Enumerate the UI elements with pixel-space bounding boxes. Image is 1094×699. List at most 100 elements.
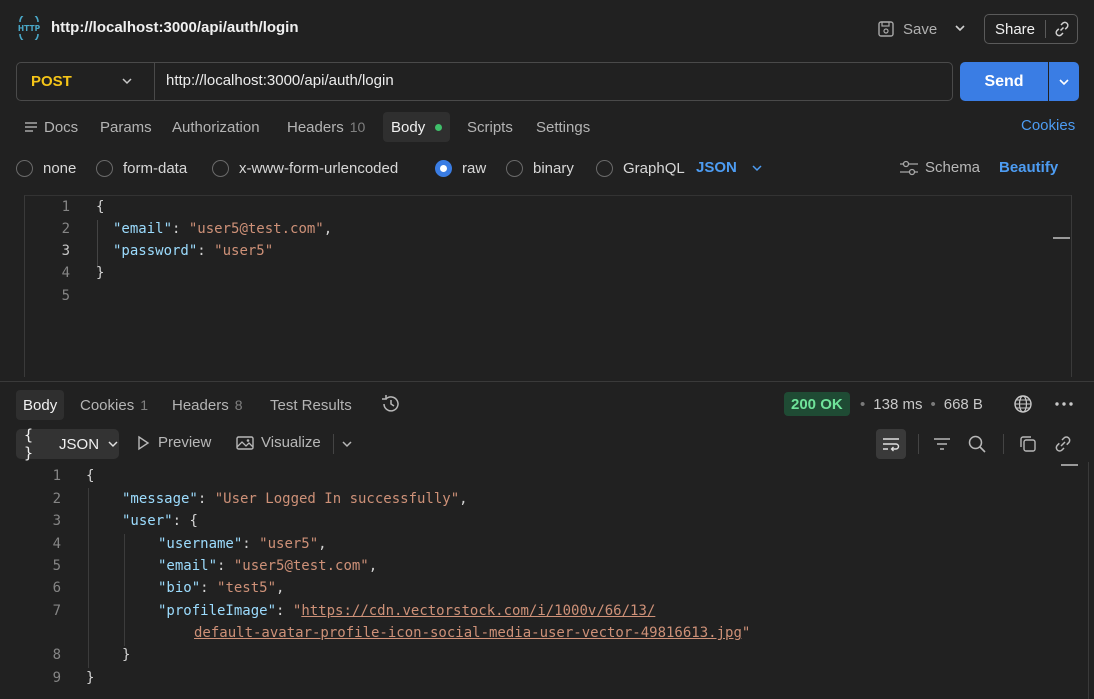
visualize-chevron-down-icon[interactable] [340, 437, 354, 451]
send-options-chevron-icon[interactable] [1049, 62, 1079, 101]
brace: } [122, 647, 131, 663]
response-tab-test-results[interactable]: Test Results [270, 395, 352, 415]
response-tab-test-results-label: Test Results [270, 396, 352, 414]
radio-x-www-form-urlencoded[interactable]: x-www-form-urlencoded [212, 158, 398, 178]
response-line: { [86, 468, 94, 484]
json-key: "profileImage" [158, 603, 277, 619]
response-size[interactable]: 668 B [944, 396, 983, 413]
json-comma: , [318, 536, 327, 552]
radio-binary[interactable]: binary [506, 158, 574, 178]
method-chevron-down-icon[interactable] [120, 74, 134, 88]
pane-divider[interactable] [0, 381, 1094, 382]
response-indent-guide [88, 488, 89, 668]
response-tab-headers[interactable]: Headers 8 [172, 395, 243, 415]
line-number: 1 [52, 468, 61, 484]
radio-none-circle [16, 159, 33, 177]
brace: } [86, 670, 95, 686]
json-comma: , [323, 221, 333, 237]
brace: { [189, 513, 198, 529]
brace: { [96, 199, 105, 215]
json-string: "test5" [217, 580, 277, 596]
url-input[interactable] [166, 72, 926, 89]
copy-icon[interactable] [1017, 433, 1039, 455]
radio-none[interactable]: none [16, 158, 76, 178]
status-badge[interactable]: 200 OK [784, 392, 850, 416]
tab-docs-label: Docs [44, 118, 79, 136]
schema-label: Schema [925, 159, 981, 176]
radio-urlencoded-label: x-www-form-urlencoded [239, 159, 399, 177]
visualize-divider [333, 434, 334, 454]
share-button[interactable]: Share [985, 21, 1045, 38]
beautify-button[interactable]: Beautify [999, 159, 1058, 176]
tab-settings[interactable]: Settings [536, 117, 590, 137]
save-options-chevron-icon[interactable] [952, 20, 968, 36]
radio-raw[interactable]: raw [435, 158, 486, 178]
method-select[interactable]: POST [31, 73, 72, 90]
visualize-button[interactable]: Visualize [236, 434, 321, 451]
response-format-select[interactable]: { } JSON [16, 426, 119, 462]
body-format-chevron-down-icon [752, 164, 762, 171]
radio-binary-label: binary [533, 159, 574, 177]
tab-authorization[interactable]: Authorization [172, 117, 260, 137]
line-number: 6 [52, 580, 61, 596]
response-scrollbar[interactable] [1088, 462, 1089, 699]
response-tab-cookies-label: Cookies [80, 396, 135, 414]
line-number: 3 [52, 513, 61, 529]
json-key: "user" [122, 513, 173, 529]
tab-docs[interactable]: Docs [24, 117, 78, 137]
tab-headers-count: 10 [349, 119, 366, 135]
json-key: "password" [113, 243, 198, 259]
json-braces-icon: { } [24, 426, 34, 462]
tab-scripts[interactable]: Scripts [467, 117, 513, 137]
response-line: "message": "User Logged In successfully"… [122, 491, 468, 507]
response-tab-body[interactable]: Body [16, 390, 65, 420]
history-icon[interactable] [380, 393, 402, 419]
tab-authorization-label: Authorization [172, 118, 260, 136]
meta-separator: • [860, 396, 866, 413]
cookies-link[interactable]: Cookies [1021, 117, 1075, 134]
radio-raw-label: raw [462, 159, 487, 177]
radio-graphql-circle [596, 159, 613, 177]
profile-image-link-continued[interactable]: default-avatar-profile-icon-social-media… [194, 625, 742, 641]
json-string: "user5@test.com" [188, 221, 324, 237]
tab-body[interactable]: Body [383, 112, 451, 142]
json-string: "user5" [259, 536, 319, 552]
more-options-icon[interactable] [1053, 395, 1075, 417]
json-comma: , [459, 491, 468, 507]
radio-graphql[interactable]: GraphQL [596, 158, 685, 178]
json-key: "message" [122, 491, 198, 507]
tab-headers[interactable]: Headers 10 [287, 117, 365, 137]
json-comma: , [276, 580, 285, 596]
tab-params[interactable]: Params [100, 117, 152, 137]
globe-icon[interactable] [1012, 393, 1034, 419]
radio-form-data[interactable]: form-data [96, 158, 187, 178]
response-minimap [1061, 464, 1078, 466]
tab-body-label: Body [391, 118, 426, 136]
search-icon[interactable] [966, 433, 988, 455]
json-string: "user5" [214, 243, 274, 259]
send-button[interactable]: Send [960, 62, 1048, 101]
save-button[interactable]: Save [877, 16, 937, 42]
image-icon [236, 435, 254, 450]
request-editor-scrollbar[interactable] [1071, 195, 1072, 377]
response-tab-cookies[interactable]: Cookies 1 [80, 395, 148, 415]
copy-link-icon[interactable] [1046, 20, 1077, 38]
response-time[interactable]: 138 ms [873, 396, 922, 413]
schema-sliders-icon [900, 160, 918, 175]
profile-image-link[interactable]: https://cdn.vectorstock.com/i/1000v/66/1… [301, 603, 655, 619]
response-tab-cookies-count: 1 [140, 397, 148, 413]
docs-icon [25, 122, 37, 132]
line-number: 1 [61, 199, 70, 215]
word-wrap-button[interactable] [876, 429, 906, 459]
radio-urlencoded-circle [212, 159, 229, 177]
schema-button[interactable]: Schema [899, 159, 980, 176]
line-number: 3 [61, 243, 70, 259]
toolbar-divider [1003, 434, 1004, 454]
response-line: "email": "user5@test.com", [158, 558, 377, 574]
body-format-select[interactable]: JSON [696, 159, 763, 176]
filter-icon[interactable] [931, 433, 953, 455]
preview-button[interactable]: Preview [135, 434, 211, 451]
request-indent-guide [97, 220, 98, 268]
link-icon[interactable] [1052, 433, 1074, 455]
json-colon: : [276, 603, 293, 619]
